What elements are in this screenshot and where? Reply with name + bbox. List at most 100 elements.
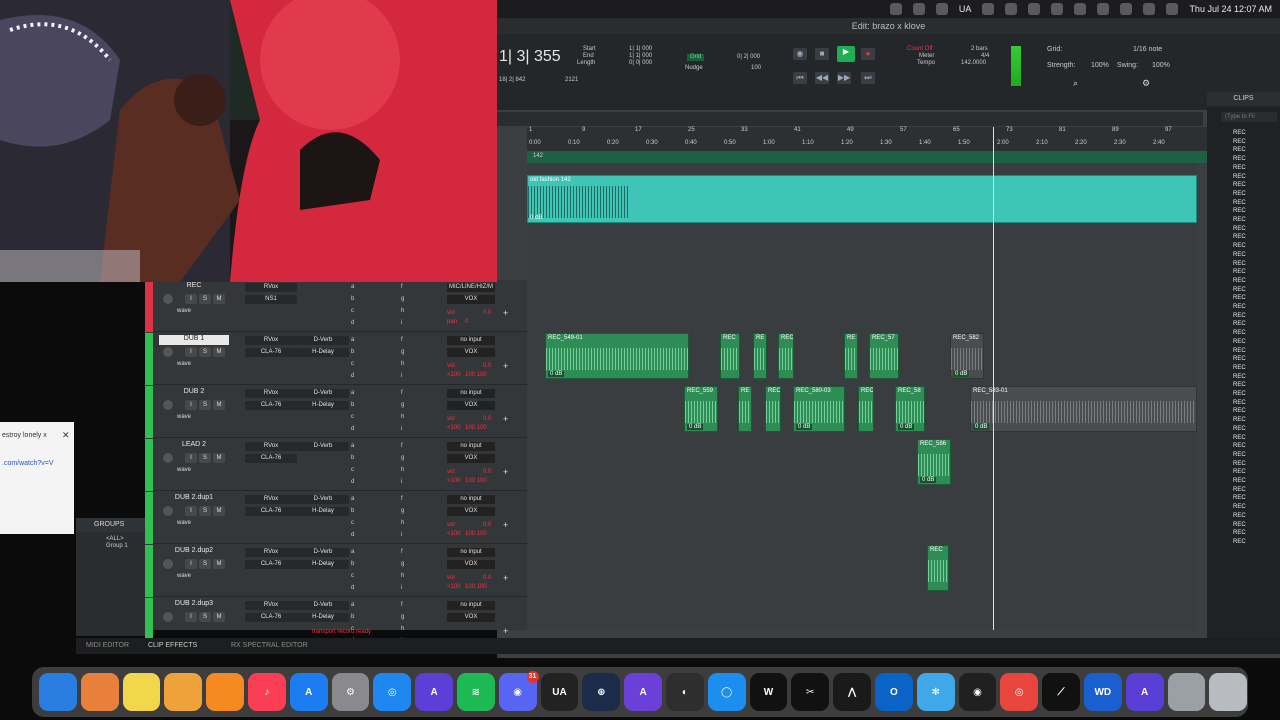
send-slot[interactable]: g bbox=[401, 614, 404, 620]
grid2-value[interactable]: 1/16 note bbox=[1133, 46, 1162, 53]
trash-icon[interactable] bbox=[1209, 673, 1248, 711]
input-monitor-button[interactable]: I bbox=[185, 347, 197, 357]
status-icon-1[interactable] bbox=[889, 3, 902, 15]
status-icon-3[interactable] bbox=[935, 3, 948, 15]
send-slot[interactable]: i bbox=[401, 320, 402, 326]
record-button[interactable]: ● bbox=[861, 48, 875, 60]
send-slot[interactable]: h bbox=[401, 308, 404, 314]
volume-value[interactable]: 0.0 bbox=[483, 575, 491, 581]
audio-clip[interactable]: REC_586 0 dB bbox=[917, 439, 951, 485]
send-slot[interactable]: c bbox=[351, 414, 354, 420]
insert-slot[interactable]: RVox bbox=[245, 389, 297, 398]
clip-list-item[interactable]: REC bbox=[1233, 382, 1246, 388]
notes-icon[interactable] bbox=[122, 673, 161, 711]
clip-list-item[interactable]: REC bbox=[1233, 400, 1246, 406]
insert-slot[interactable]: RVox bbox=[245, 495, 297, 504]
volume-value[interactable]: 0.0 bbox=[483, 469, 491, 475]
tempo-value[interactable]: 142.0000 bbox=[961, 60, 986, 67]
audio-clip[interactable]: REC bbox=[778, 333, 794, 379]
track-name[interactable]: DUB 1 bbox=[159, 335, 229, 345]
insert-slot[interactable]: H-Delay bbox=[297, 507, 349, 516]
clip-list-item[interactable]: REC bbox=[1233, 321, 1246, 327]
add-insert-icon[interactable]: + bbox=[503, 467, 508, 477]
insert-slot[interactable]: CLA-76 bbox=[245, 454, 297, 463]
insert-slot[interactable]: D-Verb bbox=[297, 495, 349, 504]
send-slot[interactable]: g bbox=[401, 455, 404, 461]
insert-slot[interactable]: CLA-76 bbox=[245, 507, 297, 516]
pan-value[interactable]: 100 100 bbox=[465, 478, 487, 484]
send-slot[interactable]: d bbox=[351, 373, 354, 379]
midi-editor-tab[interactable]: MIDI EDITOR bbox=[86, 642, 129, 649]
send-slot[interactable]: h bbox=[401, 414, 404, 420]
count-off-label[interactable]: Count Off bbox=[907, 46, 933, 53]
browser-url[interactable]: .com/watch?v=V bbox=[2, 460, 54, 467]
send-slot[interactable]: h bbox=[401, 467, 404, 473]
volume-value[interactable]: 0.0 bbox=[483, 416, 491, 422]
clip-list-item[interactable]: REC bbox=[1233, 139, 1246, 145]
send-slot[interactable]: b bbox=[351, 402, 354, 408]
input-monitor-button[interactable]: I bbox=[185, 453, 197, 463]
insert-slot[interactable]: D-Verb bbox=[297, 548, 349, 557]
add-insert-icon[interactable]: + bbox=[503, 520, 508, 530]
clip-list-item[interactable]: REC bbox=[1233, 391, 1246, 397]
track-view-selector[interactable]: wave bbox=[177, 414, 191, 420]
stop-button[interactable]: ■ bbox=[815, 48, 829, 60]
track-view-selector[interactable]: wave bbox=[177, 361, 191, 367]
send-slot[interactable]: f bbox=[401, 390, 403, 396]
photos-icon[interactable] bbox=[164, 673, 203, 711]
solo-button[interactable]: S bbox=[199, 559, 211, 569]
insert-slot[interactable]: RVox bbox=[245, 601, 297, 610]
insert-slot[interactable]: NS1 bbox=[245, 295, 297, 304]
audio-clip[interactable]: REC_582 0 dB bbox=[950, 333, 984, 379]
spotify-icon[interactable]: ≋ bbox=[456, 673, 495, 711]
mute-button[interactable]: M bbox=[213, 400, 225, 410]
sub-counter[interactable]: 18| 2| 842 bbox=[499, 77, 525, 84]
pan-value[interactable]: 0 bbox=[465, 319, 468, 325]
timeline-rulers[interactable]: 1 9 17 25 33 41 49 57 65 73 81 89 97 0:0… bbox=[527, 127, 1207, 163]
clip-list-item[interactable]: REC bbox=[1233, 443, 1246, 449]
output-selector[interactable]: VOX bbox=[447, 613, 495, 622]
insert-slot[interactable]: H-Delay bbox=[297, 613, 349, 622]
obs-icon[interactable]: ◉ bbox=[958, 673, 997, 711]
record-enable-icon[interactable] bbox=[163, 453, 173, 463]
output-selector[interactable]: VOX bbox=[447, 401, 495, 410]
track-view-selector[interactable]: wave bbox=[177, 308, 191, 314]
clip-list-item[interactable]: REC bbox=[1233, 504, 1246, 510]
insert-slot[interactable]: RVox bbox=[245, 442, 297, 451]
send-slot[interactable]: b bbox=[351, 561, 354, 567]
send-slot[interactable]: g bbox=[401, 561, 404, 567]
status-icon-5[interactable] bbox=[1028, 3, 1041, 15]
tempo-ruler[interactable]: 142 bbox=[527, 151, 1207, 163]
input-monitor-button[interactable]: I bbox=[185, 612, 197, 622]
input-monitor-button[interactable]: I bbox=[185, 294, 197, 304]
send-slot[interactable]: f bbox=[401, 284, 403, 290]
audio-clip[interactable]: REC bbox=[858, 386, 874, 432]
track-name[interactable]: DUB 2.dup2 bbox=[159, 547, 229, 557]
track-name[interactable]: REC bbox=[159, 282, 229, 292]
bluetooth-icon[interactable] bbox=[982, 3, 995, 15]
clip-list-item[interactable]: REC bbox=[1233, 452, 1246, 458]
audio-clip[interactable]: REC_580-03 0 dB bbox=[793, 386, 845, 432]
add-insert-icon[interactable]: + bbox=[503, 308, 508, 318]
capcut2-icon[interactable]: ⟋ bbox=[1042, 673, 1080, 711]
playhead-cursor[interactable] bbox=[993, 127, 994, 630]
insert-slot[interactable]: D-Verb bbox=[297, 389, 349, 398]
ua-connect-icon[interactable]: UA bbox=[540, 673, 579, 711]
insert-slot[interactable]: RVox bbox=[245, 336, 297, 345]
send-slot[interactable]: i bbox=[401, 373, 402, 379]
clip-list-item[interactable]: REC bbox=[1233, 287, 1246, 293]
protools3-icon[interactable]: A bbox=[1125, 673, 1164, 711]
pan-value[interactable]: 100 100 bbox=[465, 425, 487, 431]
mute-button[interactable]: M bbox=[213, 294, 225, 304]
clip-list-item[interactable]: REC bbox=[1233, 522, 1246, 528]
send-slot[interactable]: c bbox=[351, 361, 354, 367]
discord-icon[interactable]: ◉ 31 bbox=[498, 671, 539, 711]
status-ua[interactable]: UA bbox=[959, 4, 972, 14]
clip-list-item[interactable]: REC bbox=[1233, 252, 1246, 258]
track-header[interactable]: LEAD 2 I S Mwave RVox CLA-76 D-Verb a b c d f g h i no … bbox=[145, 439, 527, 491]
track-name[interactable]: LEAD 2 bbox=[159, 441, 229, 451]
audio-clip[interactable]: REC_58 0 dB bbox=[895, 386, 925, 432]
rx-editor-tab[interactable]: RX SPECTRAL EDITOR bbox=[231, 642, 308, 649]
send-slot[interactable]: d bbox=[351, 532, 354, 538]
meter-value[interactable]: 4/4 bbox=[981, 53, 989, 60]
